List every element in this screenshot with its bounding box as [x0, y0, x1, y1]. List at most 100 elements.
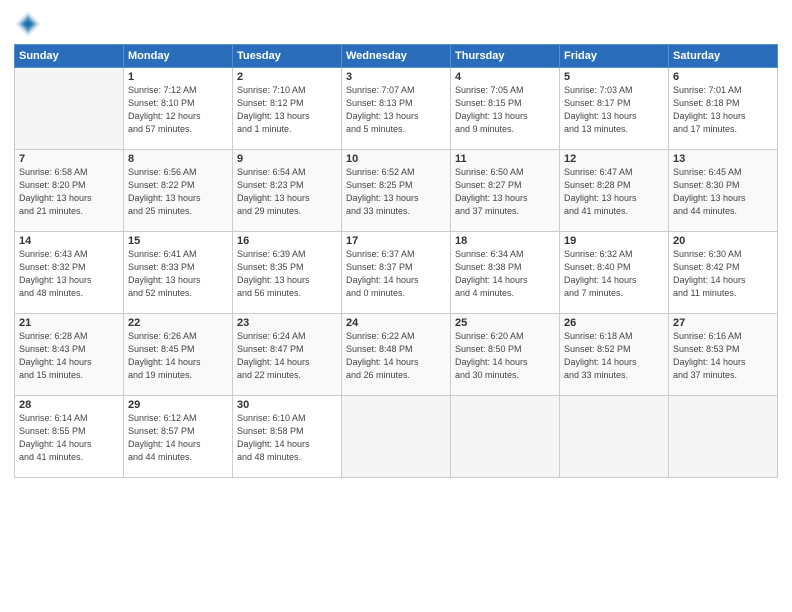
day-number: 17	[346, 235, 446, 247]
day-detail: Sunrise: 7:01 AM Sunset: 8:18 PM Dayligh…	[673, 84, 773, 136]
day-number: 6	[673, 71, 773, 83]
day-detail: Sunrise: 7:12 AM Sunset: 8:10 PM Dayligh…	[128, 84, 228, 136]
day-cell	[15, 68, 124, 150]
day-cell: 4Sunrise: 7:05 AM Sunset: 8:15 PM Daylig…	[451, 68, 560, 150]
day-detail: Sunrise: 7:07 AM Sunset: 8:13 PM Dayligh…	[346, 84, 446, 136]
day-detail: Sunrise: 6:14 AM Sunset: 8:55 PM Dayligh…	[19, 412, 119, 464]
day-number: 1	[128, 71, 228, 83]
day-cell: 7Sunrise: 6:58 AM Sunset: 8:20 PM Daylig…	[15, 150, 124, 232]
day-detail: Sunrise: 6:32 AM Sunset: 8:40 PM Dayligh…	[564, 248, 664, 300]
day-detail: Sunrise: 6:22 AM Sunset: 8:48 PM Dayligh…	[346, 330, 446, 382]
day-number: 16	[237, 235, 337, 247]
day-detail: Sunrise: 6:39 AM Sunset: 8:35 PM Dayligh…	[237, 248, 337, 300]
day-cell: 21Sunrise: 6:28 AM Sunset: 8:43 PM Dayli…	[15, 314, 124, 396]
col-header-thursday: Thursday	[451, 45, 560, 68]
day-number: 4	[455, 71, 555, 83]
day-cell: 24Sunrise: 6:22 AM Sunset: 8:48 PM Dayli…	[342, 314, 451, 396]
day-detail: Sunrise: 6:18 AM Sunset: 8:52 PM Dayligh…	[564, 330, 664, 382]
day-detail: Sunrise: 6:26 AM Sunset: 8:45 PM Dayligh…	[128, 330, 228, 382]
col-header-sunday: Sunday	[15, 45, 124, 68]
day-number: 20	[673, 235, 773, 247]
day-cell: 16Sunrise: 6:39 AM Sunset: 8:35 PM Dayli…	[233, 232, 342, 314]
day-detail: Sunrise: 6:28 AM Sunset: 8:43 PM Dayligh…	[19, 330, 119, 382]
logo-icon	[14, 10, 42, 38]
day-detail: Sunrise: 6:34 AM Sunset: 8:38 PM Dayligh…	[455, 248, 555, 300]
day-cell: 27Sunrise: 6:16 AM Sunset: 8:53 PM Dayli…	[669, 314, 778, 396]
day-cell: 23Sunrise: 6:24 AM Sunset: 8:47 PM Dayli…	[233, 314, 342, 396]
day-detail: Sunrise: 6:54 AM Sunset: 8:23 PM Dayligh…	[237, 166, 337, 218]
col-header-friday: Friday	[560, 45, 669, 68]
day-detail: Sunrise: 6:10 AM Sunset: 8:58 PM Dayligh…	[237, 412, 337, 464]
day-number: 14	[19, 235, 119, 247]
day-cell: 15Sunrise: 6:41 AM Sunset: 8:33 PM Dayli…	[124, 232, 233, 314]
day-cell	[669, 396, 778, 478]
day-cell: 28Sunrise: 6:14 AM Sunset: 8:55 PM Dayli…	[15, 396, 124, 478]
day-number: 21	[19, 317, 119, 329]
day-detail: Sunrise: 6:52 AM Sunset: 8:25 PM Dayligh…	[346, 166, 446, 218]
day-cell: 30Sunrise: 6:10 AM Sunset: 8:58 PM Dayli…	[233, 396, 342, 478]
day-number: 30	[237, 399, 337, 411]
day-cell: 19Sunrise: 6:32 AM Sunset: 8:40 PM Dayli…	[560, 232, 669, 314]
day-cell: 12Sunrise: 6:47 AM Sunset: 8:28 PM Dayli…	[560, 150, 669, 232]
day-number: 25	[455, 317, 555, 329]
day-number: 2	[237, 71, 337, 83]
logo	[14, 10, 44, 38]
week-row-3: 14Sunrise: 6:43 AM Sunset: 8:32 PM Dayli…	[15, 232, 778, 314]
day-detail: Sunrise: 6:43 AM Sunset: 8:32 PM Dayligh…	[19, 248, 119, 300]
day-detail: Sunrise: 6:30 AM Sunset: 8:42 PM Dayligh…	[673, 248, 773, 300]
col-header-wednesday: Wednesday	[342, 45, 451, 68]
day-cell: 5Sunrise: 7:03 AM Sunset: 8:17 PM Daylig…	[560, 68, 669, 150]
week-row-2: 7Sunrise: 6:58 AM Sunset: 8:20 PM Daylig…	[15, 150, 778, 232]
day-detail: Sunrise: 6:41 AM Sunset: 8:33 PM Dayligh…	[128, 248, 228, 300]
day-detail: Sunrise: 7:10 AM Sunset: 8:12 PM Dayligh…	[237, 84, 337, 136]
day-number: 27	[673, 317, 773, 329]
day-cell: 18Sunrise: 6:34 AM Sunset: 8:38 PM Dayli…	[451, 232, 560, 314]
day-number: 24	[346, 317, 446, 329]
day-number: 9	[237, 153, 337, 165]
day-number: 26	[564, 317, 664, 329]
day-cell: 20Sunrise: 6:30 AM Sunset: 8:42 PM Dayli…	[669, 232, 778, 314]
day-cell: 14Sunrise: 6:43 AM Sunset: 8:32 PM Dayli…	[15, 232, 124, 314]
day-number: 15	[128, 235, 228, 247]
col-header-saturday: Saturday	[669, 45, 778, 68]
day-detail: Sunrise: 7:03 AM Sunset: 8:17 PM Dayligh…	[564, 84, 664, 136]
day-number: 22	[128, 317, 228, 329]
day-cell: 8Sunrise: 6:56 AM Sunset: 8:22 PM Daylig…	[124, 150, 233, 232]
day-cell: 13Sunrise: 6:45 AM Sunset: 8:30 PM Dayli…	[669, 150, 778, 232]
day-number: 19	[564, 235, 664, 247]
day-number: 10	[346, 153, 446, 165]
day-cell: 1Sunrise: 7:12 AM Sunset: 8:10 PM Daylig…	[124, 68, 233, 150]
day-detail: Sunrise: 6:37 AM Sunset: 8:37 PM Dayligh…	[346, 248, 446, 300]
day-cell: 26Sunrise: 6:18 AM Sunset: 8:52 PM Dayli…	[560, 314, 669, 396]
day-number: 23	[237, 317, 337, 329]
week-row-4: 21Sunrise: 6:28 AM Sunset: 8:43 PM Dayli…	[15, 314, 778, 396]
day-cell: 29Sunrise: 6:12 AM Sunset: 8:57 PM Dayli…	[124, 396, 233, 478]
calendar-table: SundayMondayTuesdayWednesdayThursdayFrid…	[14, 44, 778, 478]
day-detail: Sunrise: 6:20 AM Sunset: 8:50 PM Dayligh…	[455, 330, 555, 382]
header	[14, 10, 778, 38]
day-detail: Sunrise: 6:50 AM Sunset: 8:27 PM Dayligh…	[455, 166, 555, 218]
day-detail: Sunrise: 6:58 AM Sunset: 8:20 PM Dayligh…	[19, 166, 119, 218]
day-number: 5	[564, 71, 664, 83]
day-number: 18	[455, 235, 555, 247]
day-number: 3	[346, 71, 446, 83]
day-cell	[342, 396, 451, 478]
day-number: 28	[19, 399, 119, 411]
week-row-1: 1Sunrise: 7:12 AM Sunset: 8:10 PM Daylig…	[15, 68, 778, 150]
day-detail: Sunrise: 6:56 AM Sunset: 8:22 PM Dayligh…	[128, 166, 228, 218]
day-cell: 11Sunrise: 6:50 AM Sunset: 8:27 PM Dayli…	[451, 150, 560, 232]
day-cell: 2Sunrise: 7:10 AM Sunset: 8:12 PM Daylig…	[233, 68, 342, 150]
week-row-5: 28Sunrise: 6:14 AM Sunset: 8:55 PM Dayli…	[15, 396, 778, 478]
page: SundayMondayTuesdayWednesdayThursdayFrid…	[0, 0, 792, 486]
day-cell: 9Sunrise: 6:54 AM Sunset: 8:23 PM Daylig…	[233, 150, 342, 232]
day-number: 7	[19, 153, 119, 165]
day-number: 29	[128, 399, 228, 411]
day-cell: 17Sunrise: 6:37 AM Sunset: 8:37 PM Dayli…	[342, 232, 451, 314]
day-cell: 25Sunrise: 6:20 AM Sunset: 8:50 PM Dayli…	[451, 314, 560, 396]
day-detail: Sunrise: 6:45 AM Sunset: 8:30 PM Dayligh…	[673, 166, 773, 218]
col-header-monday: Monday	[124, 45, 233, 68]
day-cell: 22Sunrise: 6:26 AM Sunset: 8:45 PM Dayli…	[124, 314, 233, 396]
day-number: 12	[564, 153, 664, 165]
day-detail: Sunrise: 7:05 AM Sunset: 8:15 PM Dayligh…	[455, 84, 555, 136]
day-detail: Sunrise: 6:12 AM Sunset: 8:57 PM Dayligh…	[128, 412, 228, 464]
